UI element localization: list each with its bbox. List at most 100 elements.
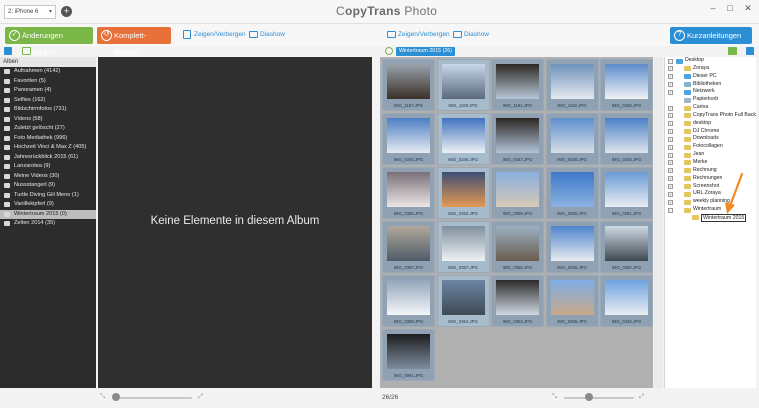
expand-icon[interactable]: + [668, 113, 673, 119]
shrink-icon[interactable]: ⤡ [100, 393, 105, 401]
photo-thumbnail[interactable]: IMG_0390.JPG [545, 167, 599, 219]
folder-tree-node[interactable]: + desktop [665, 120, 756, 128]
folder-tree-node[interactable]: + Netzwerk [665, 88, 756, 96]
right-toggle-link[interactable]: Zeigen/Verbergen [398, 31, 450, 38]
expand-icon[interactable]: + [668, 129, 673, 135]
new-album-icon[interactable] [22, 47, 31, 55]
minimize-button[interactable]: – [705, 3, 721, 13]
photo-thumbnail[interactable]: IMG_0358.JPG [491, 221, 544, 273]
photo-thumbnail[interactable]: IMG_0357.JPG [436, 221, 490, 273]
full-backup-button[interactable]: ↺ Komplett-Backup [97, 27, 171, 57]
album-item[interactable]: Jahresrückblick 2015 (61) [0, 153, 96, 163]
album-item[interactable]: Meine Videos (30) [0, 172, 96, 182]
folder-tree-node[interactable]: + Jean [665, 151, 756, 159]
folder-tree-node[interactable]: + Merke [665, 159, 756, 167]
device-select[interactable]: 2: iPhone 6 ▾ [4, 5, 56, 19]
photo-thumbnail[interactable]: IMG_0356.JPG [382, 167, 435, 219]
new-folder-icon[interactable] [728, 47, 737, 55]
album-item[interactable]: Aufnahmen (4142) [0, 67, 96, 77]
folder-tree-node[interactable]: + Downloads [665, 135, 756, 143]
album-item[interactable]: Vanillekipferl (9) [0, 200, 96, 210]
photo-thumbnail[interactable]: IMG_0353.JPG [436, 167, 490, 219]
expand-icon[interactable]: ⤢ [198, 393, 203, 401]
photo-thumbnail[interactable]: IMG_0362.JPG [491, 275, 544, 327]
photo-thumbnail[interactable]: IMG_0399.JPG [491, 167, 544, 219]
expand-icon[interactable]: + [668, 121, 673, 127]
photo-thumbnail[interactable]: IMG_1192.JPG [545, 59, 599, 111]
album-item[interactable]: Lanzarotea (9) [0, 162, 96, 172]
right-zoom-knob[interactable] [585, 393, 593, 401]
expand-icon[interactable]: + [668, 191, 673, 197]
photo-thumbnail[interactable]: IMG_0981.JPG [382, 329, 435, 381]
photo-thumbnail[interactable]: IMG_0364.JPG [436, 275, 490, 327]
left-toggle-link[interactable]: Zeigen/Verbergen [194, 31, 246, 38]
quick-guides-button[interactable]: ? Kurzanleitungen [670, 27, 752, 44]
photo-thumbnail[interactable]: IMG_0347.JPG [491, 113, 544, 165]
left-slideshow-link[interactable]: Diashow [260, 31, 285, 38]
folder-tree-node[interactable]: + Bibliotheken [665, 81, 756, 89]
maximize-button[interactable]: □ [722, 3, 738, 13]
add-device-icon[interactable]: + [61, 6, 72, 17]
photo-thumbnail[interactable]: IMG_0365.JPG [545, 275, 599, 327]
expand-icon[interactable]: + [668, 74, 673, 80]
expand-icon[interactable]: + [668, 152, 673, 158]
photo-thumbnail[interactable]: IMG_0345.JPG [600, 113, 653, 165]
expand-icon[interactable]: + [668, 82, 673, 88]
expand-icon[interactable]: + [668, 89, 673, 95]
expand-icon[interactable]: + [668, 160, 673, 166]
album-item[interactable]: Hochzeit Vinci & Max Z (405) [0, 143, 96, 153]
expand-icon[interactable]: + [668, 176, 673, 182]
left-zoom-slider[interactable] [112, 397, 192, 399]
folder-tree-node[interactable]: + Dieser PC [665, 73, 756, 81]
vertical-scrollbar[interactable] [654, 57, 663, 388]
photo-thumbnail[interactable]: IMG_0367.JPG [382, 221, 435, 273]
album-item[interactable]: Zelten 2014 (35) [0, 219, 96, 229]
right-slideshow-link[interactable]: Diashow [464, 31, 489, 38]
folder-tree-node[interactable]: + Fotocollagen [665, 143, 756, 151]
album-item[interactable]: Bildschirmfotos (731) [0, 105, 96, 115]
add-photos-icon[interactable] [385, 47, 393, 55]
right-zoom-slider[interactable] [564, 397, 634, 399]
folder-tree-node[interactable]: + Zoraya [665, 65, 756, 73]
photo-thumbnail[interactable]: IMG_0338.JPG [600, 59, 653, 111]
album-item[interactable]: Videos (58) [0, 115, 96, 125]
expand-icon[interactable]: + [668, 105, 673, 111]
photo-thumbnail[interactable]: IMG_0356.JPG [545, 221, 599, 273]
album-item[interactable]: Nussstangerl (9) [0, 181, 96, 191]
pc-view-icon[interactable] [746, 47, 754, 55]
album-item[interactable]: Zuletzt gelöscht (27) [0, 124, 96, 134]
add-album-icon[interactable] [4, 47, 12, 55]
photo-thumbnail[interactable]: IMG_0348.JPG [545, 113, 599, 165]
collapse-icon[interactable]: − [668, 207, 673, 213]
album-item[interactable]: Favoriten (5) [0, 77, 96, 87]
expand-icon[interactable]: + [668, 66, 673, 72]
expand-icon[interactable]: ⤢ [639, 393, 644, 401]
save-changes-button[interactable]: ✓ Änderungen speichern [5, 27, 93, 57]
photo-thumbnail[interactable]: IMG_0361.JPG [600, 167, 653, 219]
expand-icon[interactable]: + [668, 144, 673, 150]
folder-tree-node[interactable]: + Carina [665, 104, 756, 112]
album-item[interactable]: Panoramen (4) [0, 86, 96, 96]
expand-icon[interactable]: + [668, 199, 673, 205]
album-item[interactable]: Selfies (162) [0, 96, 96, 106]
photo-thumbnail[interactable]: IMG_0359.JPG [382, 275, 435, 327]
shrink-icon[interactable]: ⤡ [552, 393, 557, 401]
photo-thumbnail[interactable]: IMG_0345.JPG [600, 275, 653, 327]
expand-icon[interactable]: + [668, 184, 673, 189]
left-zoom-knob[interactable] [112, 393, 120, 401]
folder-tree-node[interactable]: + CopyTrans Photo Full Backup [665, 112, 756, 120]
folder-tree-node[interactable]: + DJ Chrome [665, 128, 756, 136]
photo-thumbnail[interactable]: IMG_0350.JPG [600, 221, 653, 273]
expand-icon[interactable]: + [668, 136, 673, 142]
photo-thumbnail[interactable]: IMG_1191.JPG [491, 59, 544, 111]
expand-icon[interactable]: + [668, 168, 673, 174]
album-item[interactable]: Turtle Diving Gili Meno (1) [0, 191, 96, 201]
photo-thumbnail[interactable]: IMG_1188.JPG [436, 59, 490, 111]
photo-thumbnail[interactable]: IMG_1187.JPG [382, 59, 435, 111]
folder-tree-node[interactable]: − Desktop [665, 57, 756, 65]
photo-thumbnail[interactable]: IMG_0346.JPG [436, 113, 490, 165]
photo-thumbnail[interactable]: IMG_0340.JPG [382, 113, 435, 165]
collapse-icon[interactable]: − [668, 58, 673, 64]
album-item[interactable]: Wintertraum 2015 (0) [0, 209, 96, 219]
close-button[interactable]: ✕ [740, 3, 756, 14]
